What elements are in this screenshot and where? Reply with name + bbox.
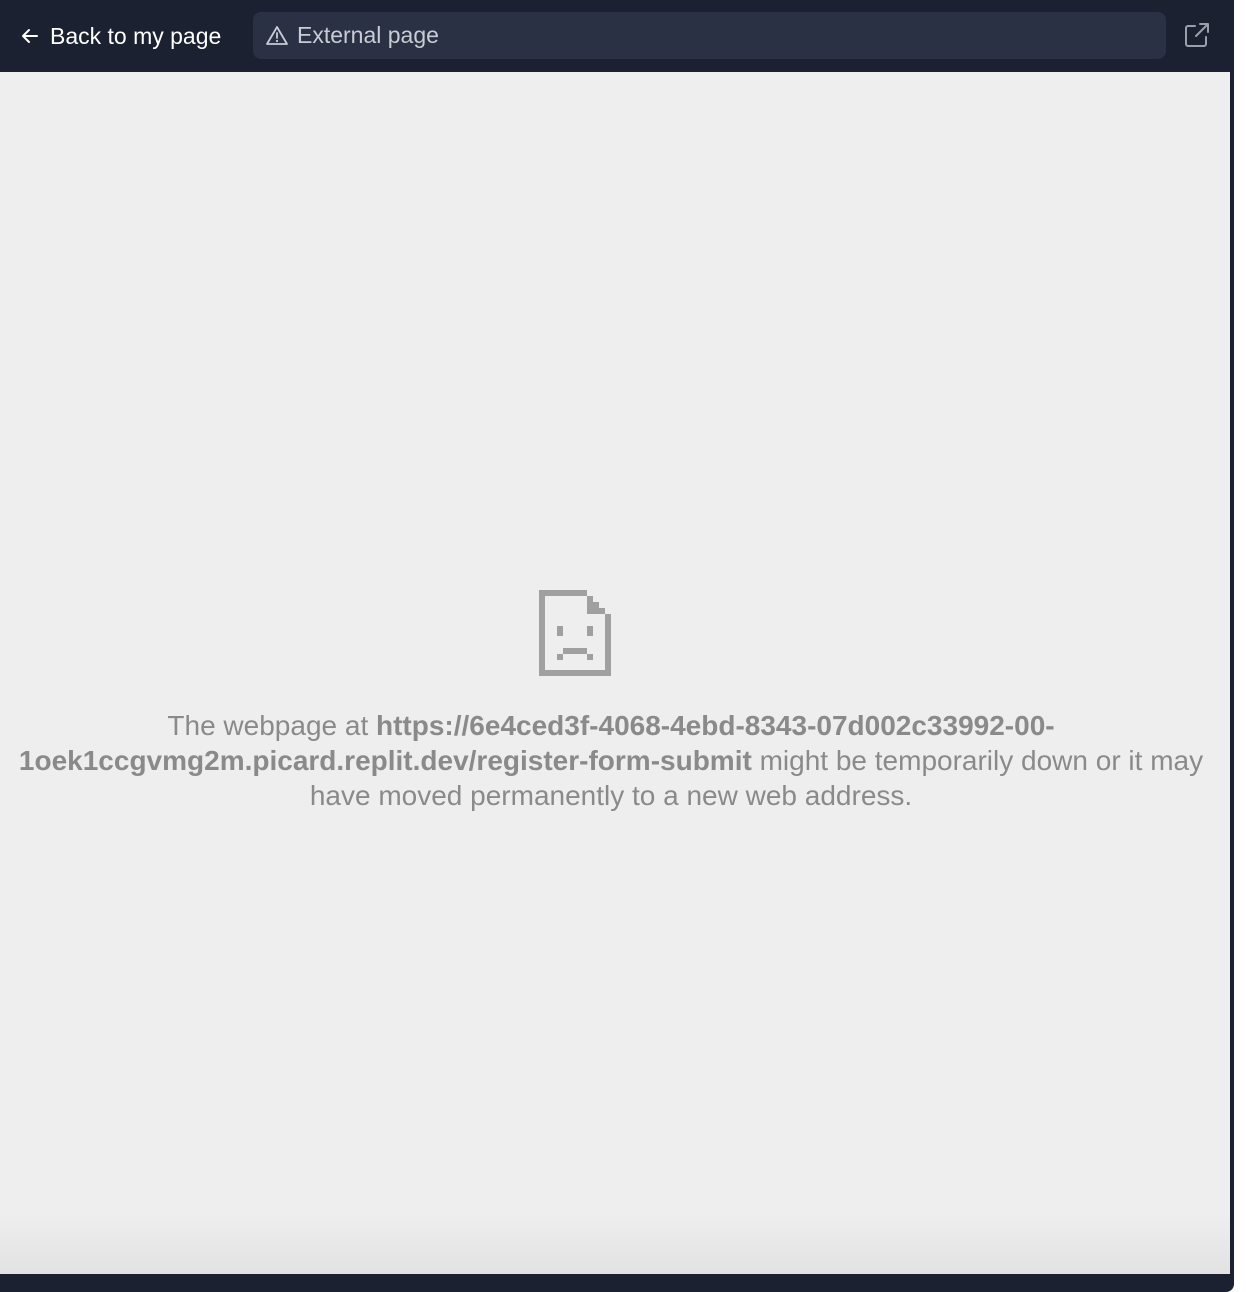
back-button-label: Back to my page xyxy=(50,22,222,49)
sad-document-icon xyxy=(539,590,611,676)
window-border-right xyxy=(1230,0,1234,1278)
top-bar: Back to my page External page xyxy=(0,0,1230,72)
address-bar-label: External page xyxy=(297,22,439,48)
back-to-my-page-button[interactable]: Back to my page xyxy=(14,16,227,56)
browser-frame: Back to my page External page The webpag… xyxy=(0,0,1246,1292)
error-message-prefix: The webpage at xyxy=(167,710,376,741)
external-link-icon[interactable] xyxy=(1182,20,1212,50)
arrow-left-icon xyxy=(22,29,38,43)
error-message: The webpage at https://6e4ced3f-4068-4eb… xyxy=(0,708,1222,813)
page-content: The webpage at https://6e4ced3f-4068-4eb… xyxy=(0,72,1230,1274)
window-border-bottom xyxy=(0,1274,1234,1292)
warning-triangle-icon xyxy=(266,25,288,45)
address-bar[interactable]: External page xyxy=(253,12,1166,59)
